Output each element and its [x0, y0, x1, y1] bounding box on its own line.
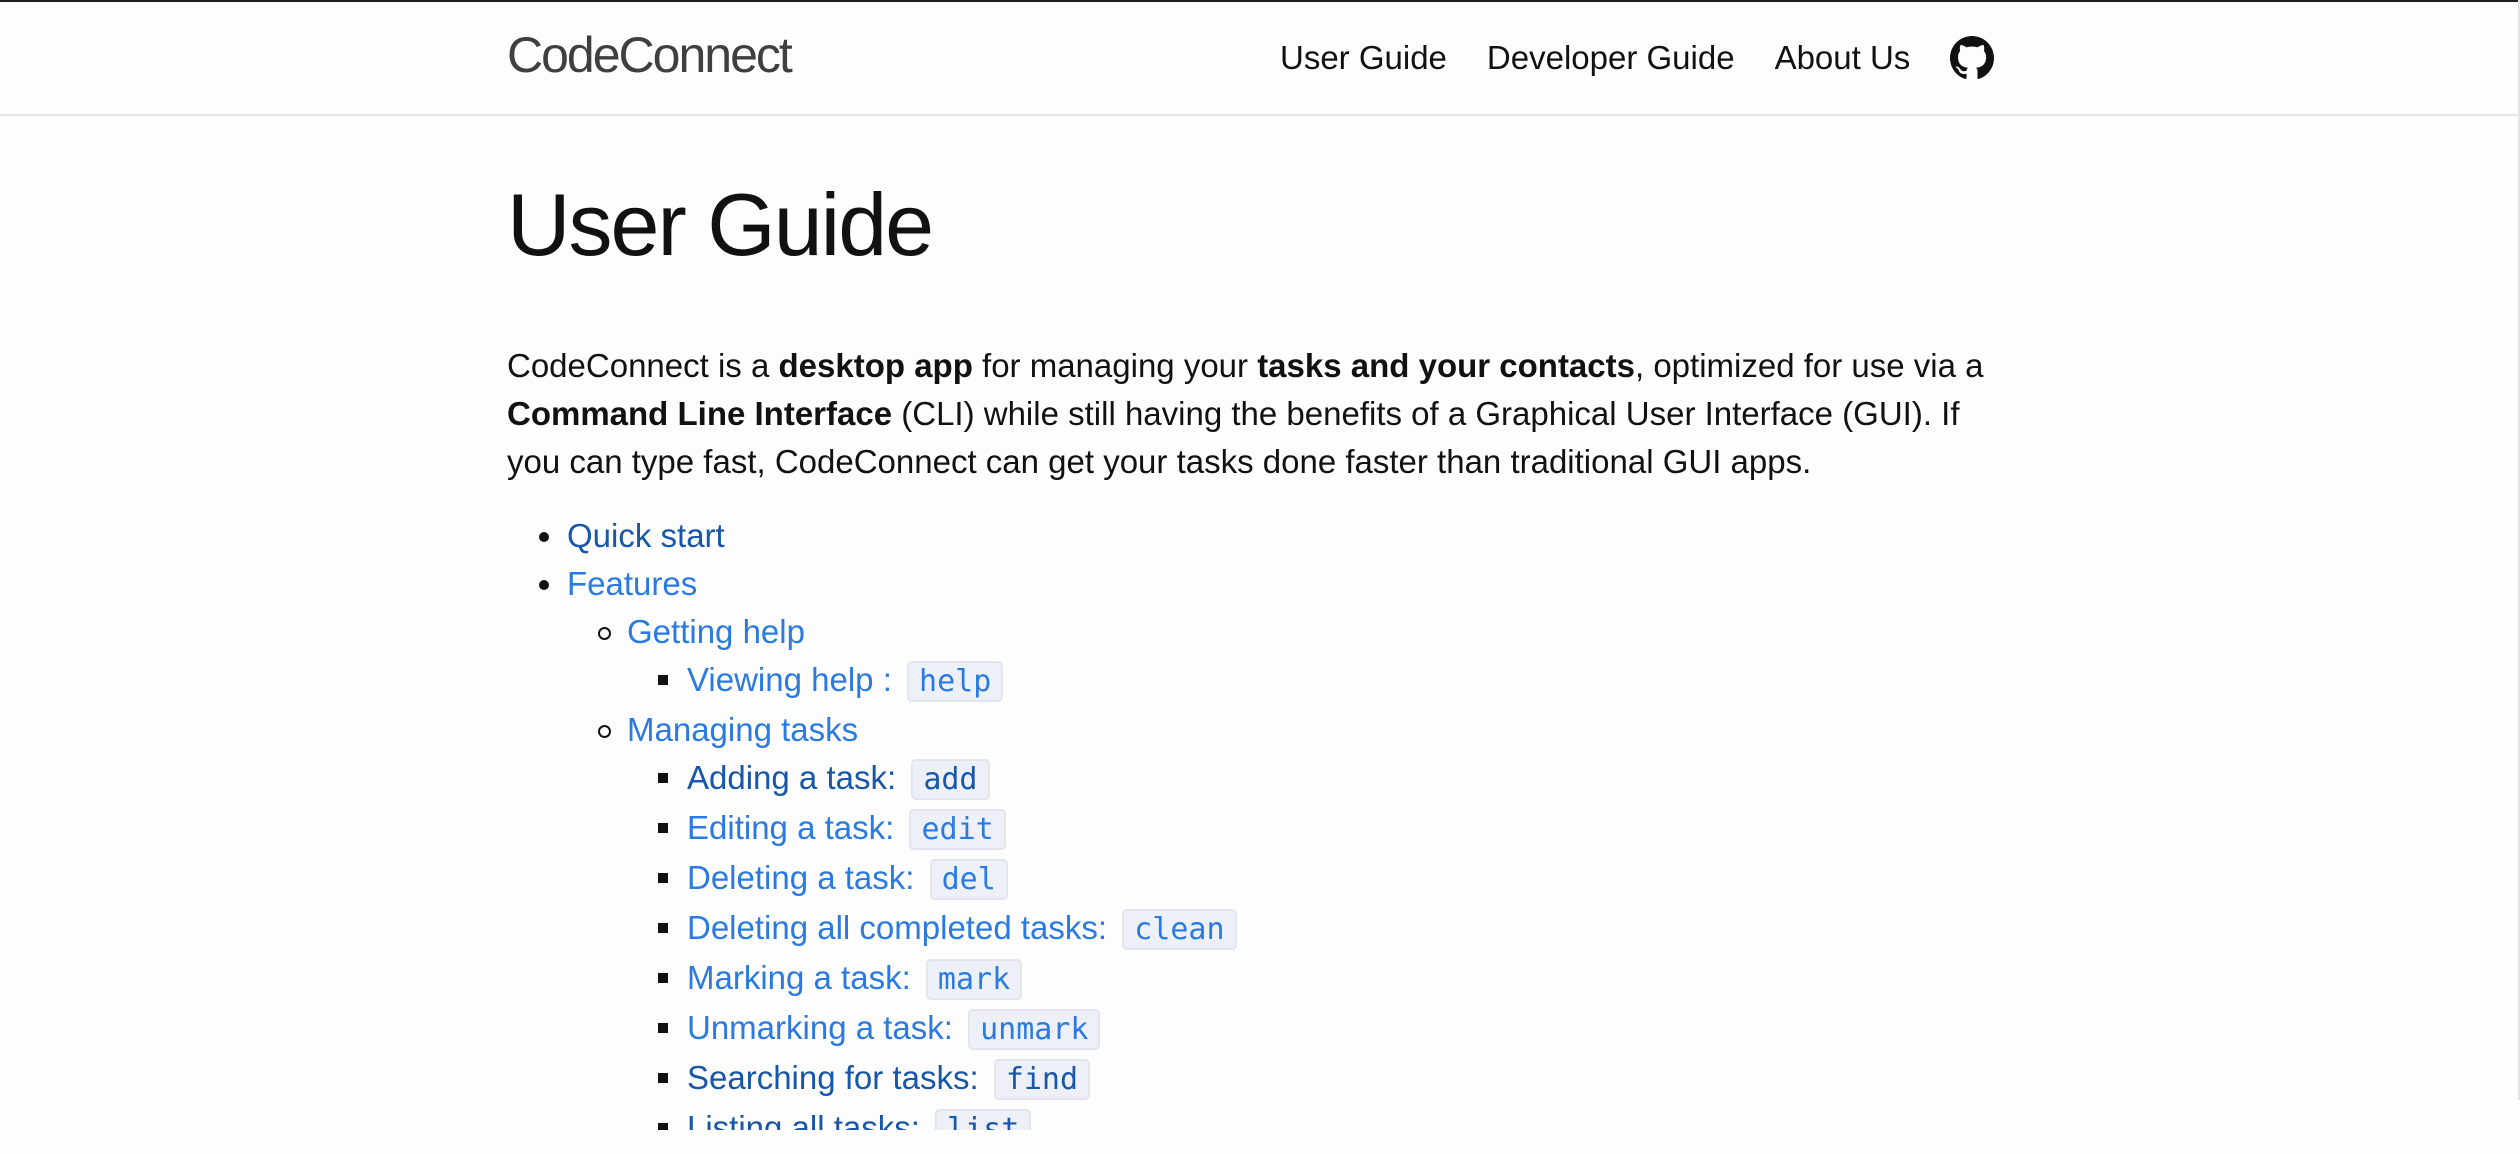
intro-text: CodeConnect is a — [507, 347, 779, 384]
toc-item: Features Getting help Viewing help : hel… — [507, 560, 1987, 1154]
toc-link-label: Searching for tasks: — [687, 1059, 988, 1096]
toc-item: Adding a task: add — [627, 754, 1987, 804]
command-code: mark — [925, 959, 1023, 1000]
toc-link-unmarking-task[interactable]: Unmarking a task: unmark — [687, 1009, 1101, 1050]
page-content: User Guide CodeConnect is a desktop app … — [507, 170, 1987, 1154]
intro-bold-cli: Command Line Interface — [507, 395, 893, 432]
nav-link-user-guide[interactable]: User Guide — [1280, 39, 1447, 77]
toc-item: Unmarking a task: unmark — [627, 1004, 1987, 1054]
toc-link-label: Deleting all completed tasks: — [687, 909, 1117, 946]
toc-item: Quick start — [507, 512, 1987, 560]
toc-link-label: Listing all tasks: — [687, 1109, 930, 1146]
command-code: del — [929, 859, 1008, 900]
command-code: unmark — [968, 1009, 1101, 1050]
toc-link-label: Adding a task: — [687, 759, 906, 796]
site-title-link[interactable]: CodeConnect — [507, 26, 793, 84]
toc-link-getting-help[interactable]: Getting help — [627, 613, 805, 650]
toc-sublist: Adding a task: add Editing a task: edit … — [627, 754, 1987, 1154]
intro-bold-desktop-app: desktop app — [778, 347, 973, 384]
site-nav: User Guide Developer Guide About Us — [1280, 36, 1995, 80]
toc-item: Searching for tasks: find — [627, 1054, 1987, 1104]
toc-link-label: Marking a task: — [687, 959, 920, 996]
toc-link-label: Editing a task: — [687, 809, 904, 846]
page-title: User Guide — [507, 175, 934, 274]
toc-link-searching-tasks[interactable]: Searching for tasks: find — [687, 1059, 1091, 1100]
toc-link-viewing-help[interactable]: Viewing help : help — [687, 661, 1004, 702]
intro-paragraph: CodeConnect is a desktop app for managin… — [507, 342, 1987, 486]
toc-link-marking-task[interactable]: Marking a task: mark — [687, 959, 1023, 1000]
toc-sublist: Getting help Viewing help : help Managin… — [567, 608, 1987, 1154]
github-icon-glyph — [1950, 36, 1995, 79]
toc-link-deleting-task[interactable]: Deleting a task: del — [687, 859, 1008, 900]
toc-sublist: Viewing help : help — [627, 656, 1987, 706]
toc-link-deleting-completed-tasks[interactable]: Deleting all completed tasks: clean — [687, 909, 1237, 950]
toc-item: Editing a task: edit — [627, 804, 1987, 854]
command-code: edit — [909, 809, 1006, 850]
toc-item: Deleting a task: del — [627, 854, 1987, 904]
github-icon[interactable] — [1950, 36, 1995, 80]
command-code: list — [935, 1109, 1032, 1130]
command-code: add — [911, 759, 990, 800]
toc-link-editing-task[interactable]: Editing a task: edit — [687, 809, 1006, 850]
command-code: find — [993, 1059, 1091, 1100]
toc-link-label: Viewing help : — [687, 661, 902, 698]
intro-text: for managing your — [972, 347, 1258, 384]
nav-link-developer-guide[interactable]: Developer Guide — [1487, 39, 1735, 77]
toc-link-label: Unmarking a task: — [687, 1009, 963, 1046]
toc-item: Managing tasks Adding a task: add Editin… — [567, 706, 1987, 1154]
toc-item: Getting help Viewing help : help — [567, 608, 1987, 706]
toc-item: Viewing help : help — [627, 656, 1987, 706]
command-code: clean — [1122, 909, 1237, 950]
toc-link-label: Deleting a task: — [687, 859, 924, 896]
toc-link-features[interactable]: Features — [567, 565, 697, 602]
toc-item: Listing all tasks: list — [627, 1104, 1987, 1146]
nav-link-about-us[interactable]: About Us — [1775, 39, 1911, 77]
toc-item: Deleting all completed tasks: clean — [627, 904, 1987, 954]
toc-link-quick-start[interactable]: Quick start — [567, 517, 725, 554]
table-of-contents: Quick start Features Getting help Viewin… — [507, 512, 1987, 1154]
intro-bold-tasks-contacts: tasks and your contacts — [1257, 347, 1635, 384]
toc-link-adding-task[interactable]: Adding a task: add — [687, 759, 990, 800]
command-code: help — [907, 661, 1004, 702]
toc-link-listing-tasks[interactable]: Listing all tasks: list — [687, 1109, 1032, 1146]
toc-item: Marking a task: mark — [627, 954, 1987, 1004]
intro-text: , optimized for use via a — [1634, 347, 1984, 384]
site-header: CodeConnect User Guide Developer Guide A… — [0, 2, 2518, 116]
toc-link-managing-tasks[interactable]: Managing tasks — [627, 711, 858, 748]
